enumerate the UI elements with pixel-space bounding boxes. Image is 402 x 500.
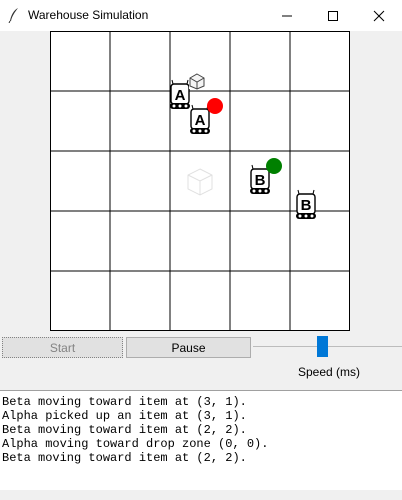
speed-slider-thumb[interactable] [317, 336, 328, 357]
robot-alpha: A [190, 98, 223, 134]
warehouse-grid: A A B B [50, 31, 350, 331]
log-line: Beta moving toward item at (2, 2). [2, 451, 247, 465]
package-icon [189, 73, 205, 90]
pause-button[interactable]: Pause [126, 337, 251, 358]
robot-label: B [301, 197, 312, 214]
robot-label: A [175, 87, 186, 104]
status-strip [0, 490, 402, 500]
log-line: Alpha moving toward drop zone (0, 0). [2, 437, 269, 451]
robot-label: B [255, 172, 266, 189]
log-line: Alpha picked up an item at (3, 1). [2, 409, 247, 423]
maximize-button[interactable] [310, 0, 356, 31]
control-bar: Start Pause Speed (ms) [0, 334, 402, 384]
maximize-icon [328, 10, 338, 21]
start-button[interactable]: Start [2, 337, 123, 358]
minimize-icon [282, 15, 292, 16]
title-bar: Warehouse Simulation [0, 0, 402, 31]
log-line: Beta moving toward item at (2, 2). [2, 423, 247, 437]
close-icon [373, 10, 385, 21]
robot-label: A [195, 112, 206, 129]
feather-icon [8, 7, 20, 28]
robot-beta-2: B [296, 189, 316, 219]
minimize-button[interactable] [264, 0, 310, 31]
red-marker [207, 98, 223, 114]
green-marker [266, 158, 282, 174]
close-button[interactable] [356, 0, 402, 31]
speed-label: Speed (ms) [298, 365, 361, 379]
event-log[interactable]: Beta moving toward item at (3, 1). Alpha… [0, 390, 402, 490]
window-title: Warehouse Simulation [28, 8, 149, 22]
warehouse-canvas: A A B B [50, 31, 350, 331]
robot-beta: B [250, 158, 282, 194]
log-line: Beta moving toward item at (3, 1). [2, 395, 247, 409]
faded-box-icon [187, 168, 213, 196]
